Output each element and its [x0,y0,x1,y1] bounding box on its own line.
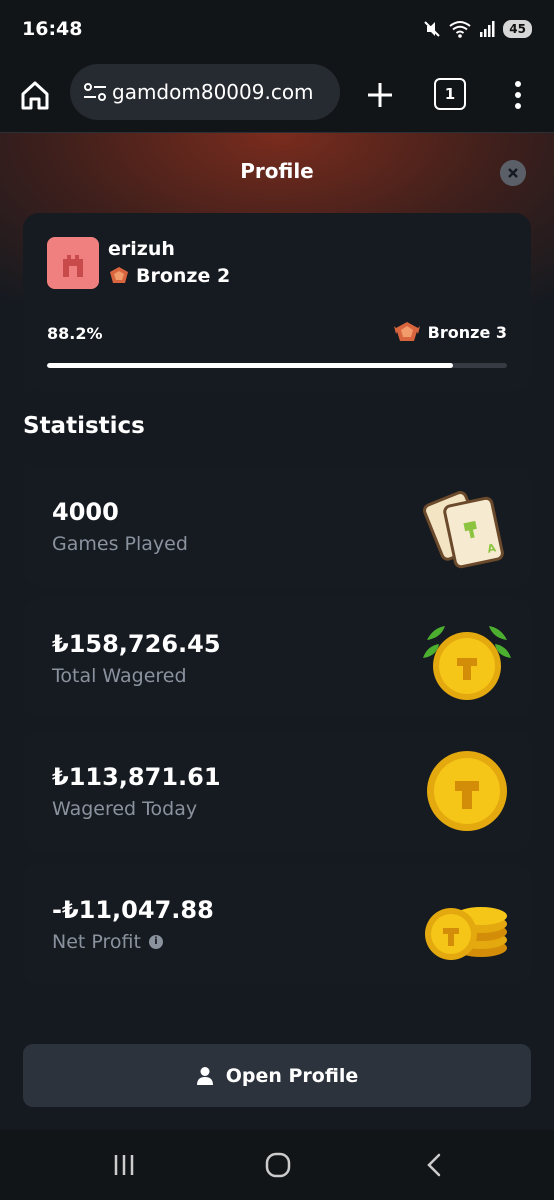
stat-label-text: Games Played [52,533,188,555]
open-profile-button[interactable]: Open Profile [23,1044,531,1107]
avatar [47,237,99,289]
browser-toolbar: gamdom80009.com 1 [0,60,554,133]
page-title: Profile [240,159,314,183]
status-time: 16:48 [22,18,83,40]
more-options-icon[interactable] [508,78,528,112]
coin-icon [427,751,507,831]
signal-icon [480,21,495,37]
status-bar: 16:48 45 [0,0,554,60]
stat-label: Total Wagered [52,665,187,687]
system-nav-bar [0,1130,554,1200]
user-card: erizuh Bronze 2 88.2% Bronze 3 [23,213,531,391]
home-icon[interactable] [18,78,52,112]
rank-progress-fill [47,363,453,368]
rank-label: Bronze 2 [136,265,231,287]
bronze-rank-icon [393,322,420,341]
stat-value: 4000 [52,498,119,526]
info-icon[interactable]: i [148,935,163,949]
coin-laurel-icon [423,626,511,700]
stat-value: ₺158,726.45 [52,630,221,658]
next-rank: Bronze 3 [392,320,507,344]
next-rank-label: Bronze 3 [427,322,507,342]
url-text: gamdom80009.com [112,80,314,104]
stat-value: -₺11,047.88 [52,896,214,924]
profile-page: Profile erizuh Bronze 2 88.2% Bronze 3 S… [0,133,554,1130]
current-rank: Bronze 2 [108,265,230,287]
back-icon[interactable] [423,1152,445,1178]
close-icon[interactable] [500,160,526,186]
stat-label-text: Total Wagered [52,665,187,687]
bronze-rank-icon [110,267,128,283]
statistics-title: Statistics [23,413,145,439]
username: erizuh [108,238,175,260]
site-settings-icon[interactable] [82,81,108,103]
mute-icon [424,21,441,37]
rank-progress-bar [47,363,507,368]
stat-value: ₺113,871.61 [52,763,221,791]
playing-cards-icon: A [423,491,504,569]
stat-label-text: Net Profit [52,931,141,953]
recent-apps-icon[interactable] [110,1152,138,1178]
stat-label: Wagered Today [52,798,197,820]
stat-card-net-profit: -₺11,047.88 Net Profit i [23,864,531,984]
battery-indicator: 45 [503,20,532,38]
progress-percentage: 88.2% [47,324,103,343]
address-bar[interactable]: gamdom80009.com [70,64,340,120]
stat-card-wagered-today: ₺113,871.61 Wagered Today [23,731,531,851]
stat-label: Games Played [52,533,188,555]
new-tab-icon[interactable] [363,78,397,112]
user-icon [196,1066,213,1085]
wifi-icon [449,21,471,38]
stat-label-text: Wagered Today [52,798,198,820]
stat-card-total-wagered: ₺158,726.45 Total Wagered [23,598,531,718]
stat-label: Net Profit i [52,931,163,953]
status-icons: 45 [423,16,532,42]
home-nav-icon[interactable] [265,1152,291,1178]
coin-stack-icon [425,907,507,960]
tab-switcher-button[interactable]: 1 [434,78,466,110]
stat-card-games-played: 4000 Games Played A [23,466,531,586]
open-profile-label: Open Profile [225,1064,359,1087]
